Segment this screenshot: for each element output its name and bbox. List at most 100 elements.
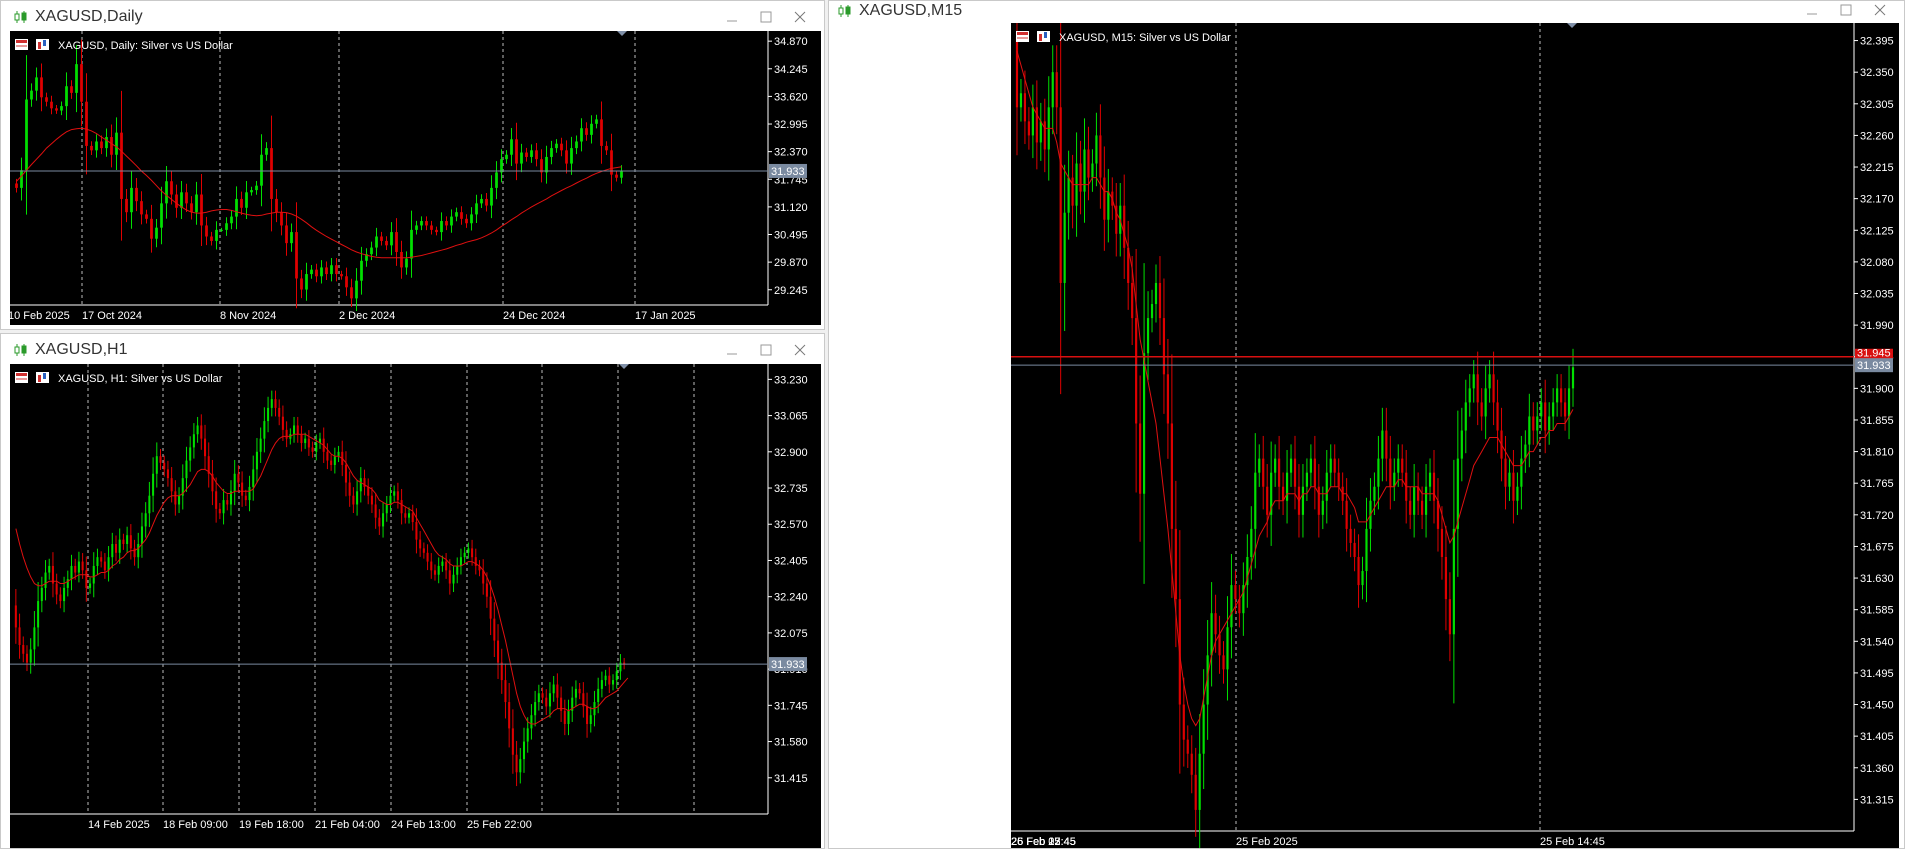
chart-canvas-daily[interactable]: 34.870 34.245 33.620 32.995 32.370 31.745 31.1…: [8, 29, 821, 325]
candle-body: [1019, 93, 1023, 108]
candlestick-chart[interactable]: 34.87034.24533.62032.99532.37031.74531.1…: [8, 29, 821, 325]
candle-body: [497, 640, 500, 663]
candle-body: [310, 269, 313, 275]
candle-body: [1158, 282, 1162, 319]
candle-body: [385, 240, 388, 246]
candle-body: [1194, 774, 1197, 810]
candle-body: [305, 274, 308, 290]
candle-body: [1027, 121, 1030, 136]
candle-body: [595, 119, 598, 124]
candle-body: [59, 594, 62, 602]
candle-body: [1464, 402, 1467, 431]
candle-body: [304, 438, 307, 444]
y-tick-label: 31.580: [774, 737, 808, 749]
candle-body: [604, 675, 607, 681]
chart-window-daily[interactable]: XAGUSD,Daily 34.870 34.245 33.620 32.995 32.…: [0, 0, 825, 330]
candle-body: [315, 269, 318, 277]
candle-body: [504, 680, 507, 703]
candle-body: [1532, 416, 1535, 431]
candle-body: [1254, 472, 1257, 529]
candle-body: [471, 548, 474, 558]
candle-body: [325, 267, 328, 275]
candle-body: [29, 649, 32, 663]
candle-body: [415, 522, 418, 540]
candle-body: [1274, 458, 1277, 473]
maximize-button[interactable]: [1832, 0, 1860, 22]
candle-body: [1536, 416, 1539, 431]
candle-body: [1083, 149, 1086, 192]
maximize-button[interactable]: [752, 5, 780, 29]
candle-body: [1087, 149, 1090, 178]
y-tick-label: 29.870: [774, 257, 808, 269]
close-button[interactable]: [1866, 0, 1894, 22]
candle-body: [150, 218, 153, 239]
y-tick-label: 32.350: [1860, 67, 1894, 79]
y-tick-label: 31.900: [1860, 383, 1894, 395]
y-tick-label: 31.765: [1860, 478, 1894, 490]
candle-body: [615, 174, 618, 178]
plot-area: [1011, 23, 1854, 831]
close-button[interactable]: [786, 5, 814, 29]
candle-body: [326, 451, 329, 461]
candle-body: [129, 535, 132, 549]
chart-window-h1[interactable]: XAGUSD,H1 33.230 33.065 32.900 32.735 32.570…: [0, 333, 825, 849]
chart-canvas-m15-main[interactable]: 32.395 32.350 32.305 32.260 32.215 32.170 32.1…: [1011, 23, 1899, 848]
candle-body: [80, 64, 83, 102]
candle-body: [530, 715, 533, 729]
close-button[interactable]: [786, 338, 814, 362]
candle-body: [100, 557, 103, 562]
chart-type-icon: [1044, 32, 1047, 38]
time-axis: [1011, 831, 1899, 848]
candle-body: [293, 425, 296, 435]
x-tick-label: 17 Jan 2025: [635, 310, 696, 322]
candle-body: [85, 101, 88, 146]
chart-label: XAGUSD, H1: Silver vs US Dollar: [58, 373, 223, 385]
candle-body: [107, 557, 110, 571]
candle-body: [1162, 318, 1166, 375]
window-titlebar-h1[interactable]: XAGUSD,H1: [1, 334, 824, 366]
candle-body: [1397, 458, 1400, 473]
candle-body: [178, 495, 181, 505]
candle-body: [489, 596, 492, 619]
candle-body: [556, 684, 559, 698]
candle-body: [335, 265, 338, 275]
candle-body: [597, 688, 600, 703]
minimize-button[interactable]: [718, 338, 746, 362]
candle-body: [485, 583, 488, 597]
candle-body: [1349, 528, 1352, 543]
x-tick-label: 10 Feb 2025: [8, 310, 70, 322]
candle-body: [1278, 458, 1281, 487]
candle-body: [114, 544, 118, 553]
candle-body: [456, 565, 459, 575]
candle-body: [510, 139, 513, 155]
chart-canvas-h1[interactable]: 33.230 33.065 32.900 32.735 32.570 32.405 32.2…: [8, 363, 821, 848]
y-tick-label: 32.035: [1860, 289, 1894, 301]
candle-body: [235, 198, 238, 217]
candle-body: [375, 236, 378, 248]
candle-body: [48, 565, 51, 573]
candle-body: [105, 137, 108, 149]
candle-body: [50, 101, 53, 109]
candle-body: [1424, 486, 1428, 515]
candle-body: [1357, 556, 1360, 586]
x-tick-label: 2 Dec 2024: [339, 310, 395, 322]
candlestick-chart[interactable]: 33.230 33.065 32.900 32.735 32.570 32.405 32.2…: [8, 363, 821, 848]
candle-body: [1333, 458, 1336, 473]
maximize-button[interactable]: [752, 338, 780, 362]
candle-body: [1460, 430, 1463, 459]
candle-body: [267, 407, 270, 422]
y-tick-label: 31.540: [1860, 636, 1894, 648]
y-tick-label: 31.810: [1860, 447, 1894, 459]
y-tick-label: 32.370: [774, 147, 808, 159]
candle-body: [85, 570, 88, 588]
candle-body: [385, 504, 388, 514]
candlestick-chart[interactable]: 32.395 32.350 32.305 32.260 32.215 32.170 32.1…: [1011, 23, 1899, 848]
candle-body: [1504, 458, 1507, 487]
y-tick-label: 31.990: [1860, 320, 1894, 332]
candle-body: [192, 434, 195, 448]
candle-body: [405, 258, 408, 268]
x-tick-label: 8 Nov 2024: [220, 310, 276, 322]
minimize-button[interactable]: [1798, 0, 1826, 22]
candle-body: [430, 561, 433, 571]
minimize-button[interactable]: [718, 5, 746, 29]
